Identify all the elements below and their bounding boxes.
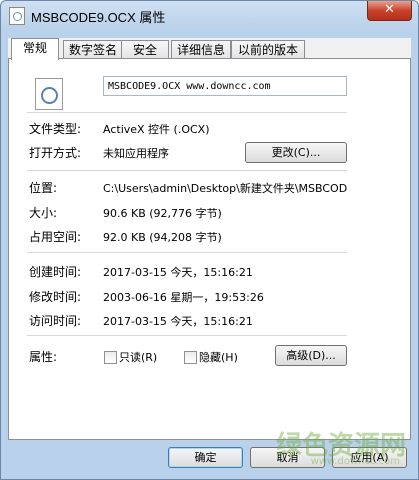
separator [27,252,347,253]
type-label: 文件类型: [29,122,82,136]
size-on-disk-value: 92.0 KB (94,208 字节) [103,231,222,244]
readonly-label[interactable]: 只读(R) [119,349,157,365]
tab-previous-versions[interactable]: 以前的版本 [231,40,305,59]
hidden-checkbox[interactable] [184,351,197,364]
general-tab-content: MSBCODE9.OCX www.downcc.com 文件类型: Active… [8,58,411,440]
separator [27,112,347,113]
properties-panel: 常规 数字签名 安全 详细信息 以前的版本 MSBCODE9.OCX www.d… [8,38,411,440]
tab-strip: 常规 数字签名 安全 详细信息 以前的版本 [8,38,411,60]
tab-general[interactable]: 常规 [11,38,59,60]
close-button[interactable]: ✕ [367,1,412,21]
properties-window: MSBCODE9.OCX 属性 ✕ 常规 数字签名 安全 详细信息 以前的版本 … [0,0,419,480]
hidden-label[interactable]: 隐藏(H) [199,349,238,365]
modified-label: 修改时间: [29,290,82,304]
size-on-disk-label: 占用空间: [29,230,82,244]
watermark-url: www.downcc.com [310,456,400,467]
modified-value: 2003-06-16 星期一，19:53:26 [103,291,264,304]
size-value: 90.6 KB (92,776 字节) [103,207,222,220]
location-label: 位置: [29,181,58,195]
ok-button[interactable]: 确定 [168,447,243,468]
separator [27,335,347,336]
change-button[interactable]: 更改(C)... [245,142,347,163]
file-icon [9,7,25,25]
attributes-label: 属性: [29,350,58,364]
location-value: C:\Users\admin\Desktop\新建文件夹\MSBCODE [103,182,347,195]
window-title: MSBCODE9.OCX 属性 [31,10,166,25]
readonly-checkbox[interactable] [104,351,117,364]
file-name-input[interactable]: MSBCODE9.OCX www.downcc.com [103,76,347,96]
tab-details[interactable]: 详细信息 [171,40,231,59]
created-label: 创建时间: [29,265,82,279]
type-value: ActiveX 控件 (.OCX) [103,123,210,136]
accessed-label: 访问时间: [29,314,82,328]
open-with-value: 未知应用程序 [103,147,169,160]
created-value: 2017-03-15 今天，15:16:21 [103,266,253,279]
title-bar[interactable]: MSBCODE9.OCX 属性 ✕ [1,1,418,29]
activex-file-icon [35,78,63,110]
separator [27,170,347,171]
size-label: 大小: [29,206,58,220]
accessed-value: 2017-03-15 今天，15:16:21 [103,315,253,328]
advanced-button[interactable]: 高级(D)... [275,345,347,366]
tab-security[interactable]: 安全 [121,40,169,59]
open-with-label: 打开方式: [29,146,82,160]
tab-digital-signatures[interactable]: 数字签名 [63,40,123,59]
